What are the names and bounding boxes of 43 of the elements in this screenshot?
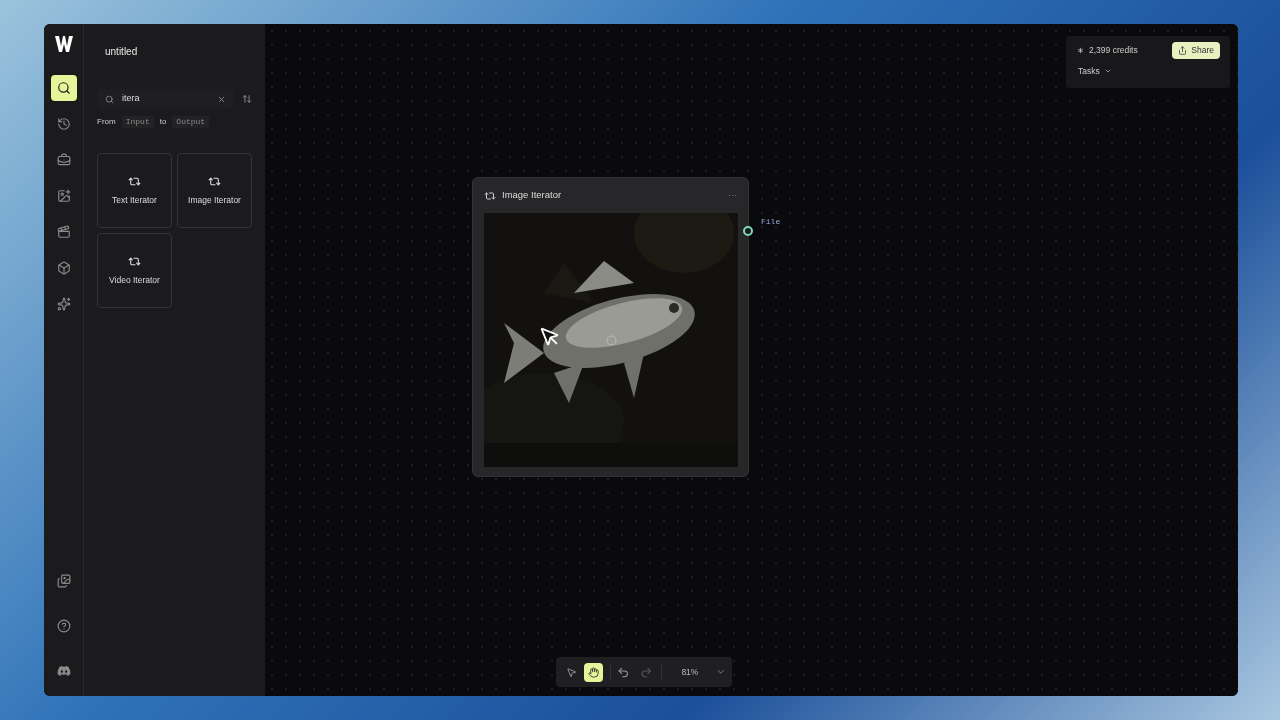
briefcase-icon: [56, 153, 71, 167]
node-title: Image Iterator: [502, 188, 563, 203]
discord-icon: [56, 664, 71, 678]
spinner-icon: [606, 335, 617, 346]
logo-icon: [54, 36, 73, 52]
sparkle-icon: [56, 297, 71, 311]
iterator-icon: [484, 189, 496, 202]
video-icon: [56, 225, 71, 239]
close-icon[interactable]: [217, 94, 226, 104]
port-label: File: [761, 216, 781, 228]
tasks-dropdown[interactable]: Tasks: [1078, 65, 1112, 78]
credits-text: 2,399 credits: [1089, 44, 1138, 57]
history-icon: [56, 117, 71, 131]
file-title: untitled: [105, 45, 139, 59]
chevron-down-icon[interactable]: [716, 667, 726, 677]
node-card[interactable]: Text Iterator: [97, 153, 172, 228]
node-card[interactable]: Video Iterator: [97, 233, 172, 308]
search-icon: [56, 81, 71, 95]
to-label: to: [159, 116, 167, 128]
output-chip[interactable]: Output: [172, 116, 210, 128]
share-icon: [1178, 46, 1188, 55]
share-button[interactable]: Share: [1172, 42, 1220, 59]
input-chip[interactable]: Input: [121, 116, 154, 128]
search-field[interactable]: itera: [97, 89, 234, 109]
from-label: From: [97, 116, 116, 128]
search-button[interactable]: [50, 75, 77, 101]
hand-icon: [587, 666, 599, 678]
image-plus-icon: [56, 189, 71, 203]
output-port[interactable]: [743, 226, 753, 236]
search-icon: [105, 94, 114, 104]
cursor-icon: [539, 326, 561, 348]
undo-icon[interactable]: [617, 665, 630, 679]
node-card[interactable]: Image Iterator: [177, 153, 252, 228]
sort-icon[interactable]: [242, 94, 252, 104]
credits-icon: [1076, 46, 1085, 55]
zoom-level[interactable]: 81%: [681, 665, 699, 679]
images-icon: [56, 574, 71, 588]
pointer-icon: [565, 666, 577, 678]
hand-tool-button[interactable]: [584, 662, 603, 682]
search-value: itera: [122, 92, 141, 106]
cube-icon: [56, 261, 71, 275]
help-icon: [56, 619, 71, 633]
iterator-node[interactable]: Image Iterator ···: [472, 177, 749, 477]
